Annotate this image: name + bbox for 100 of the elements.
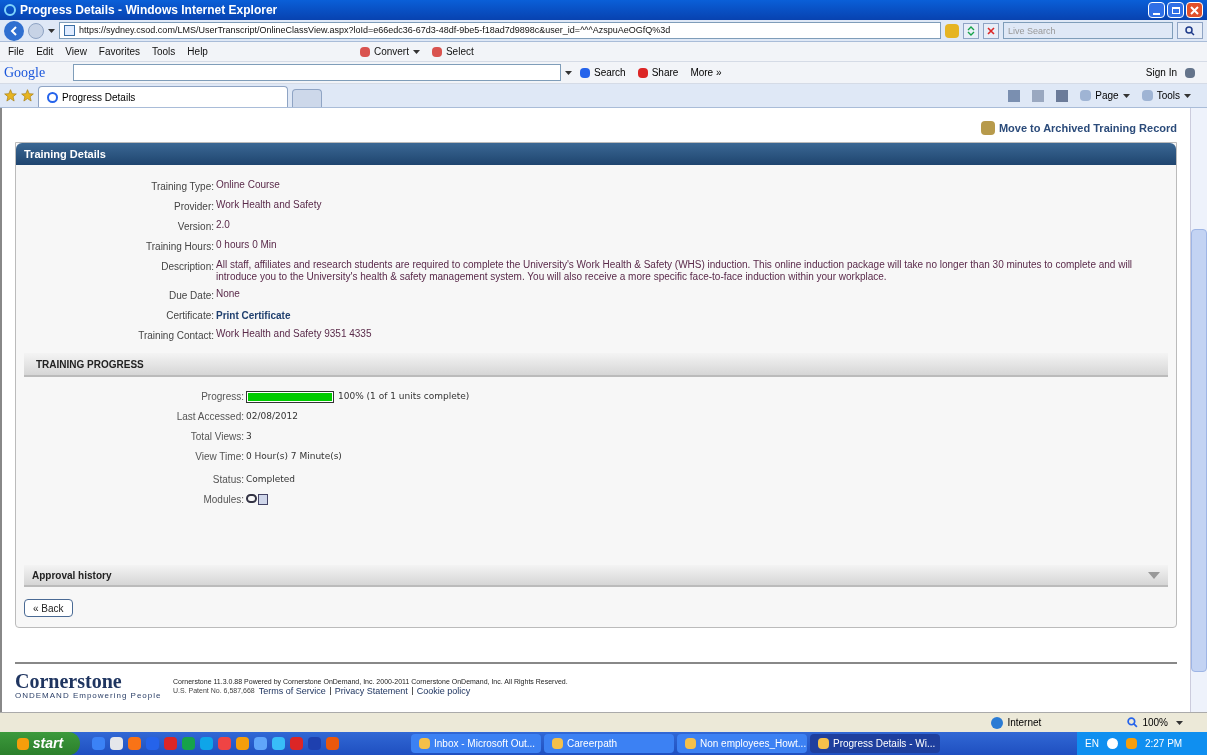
field-value: None — [216, 288, 241, 301]
command-button[interactable]: Tools — [1141, 88, 1191, 103]
refresh-icon — [966, 25, 976, 36]
close-icon — [987, 26, 995, 35]
quick-launch-icon[interactable] — [254, 737, 267, 750]
minimize-button[interactable] — [1148, 2, 1165, 18]
taskbar-task[interactable]: Non employees_Howt... — [677, 734, 807, 753]
stop-button[interactable] — [983, 22, 999, 39]
field-label: Training Hours: — [145, 240, 215, 254]
star-icon[interactable] — [21, 89, 34, 102]
quick-launch-icon[interactable] — [272, 737, 285, 750]
quick-launch-icon[interactable] — [218, 737, 231, 750]
window-title: Progress Details - Windows Internet Explorer — [20, 2, 279, 19]
toolbar-button[interactable]: Convert — [359, 44, 420, 59]
section-title: TRAINING PROGRESS — [36, 357, 144, 372]
zoom-icon — [1127, 717, 1139, 728]
field-value: All staff, affiliates and research students are required to complete the University's Work Health & Safety (WHS) induction. This online induction package will take no longer than 30 minutes to complete and will introduce you to the University's health & safety management system. You will also receive a more specific face-to-face induction within your workplace. — [216, 259, 1134, 283]
quick-launch-icon[interactable] — [182, 737, 195, 750]
quick-launch-icon[interactable] — [110, 737, 123, 750]
start-button[interactable]: start — [0, 732, 80, 755]
field-value: Online Course — [216, 179, 281, 192]
quick-launch-icon[interactable] — [236, 737, 249, 750]
menu-item[interactable]: Favorites — [98, 44, 140, 59]
toolbar-button[interactable]: Share — [633, 65, 683, 80]
toolbar-button[interactable]: Select — [431, 44, 474, 59]
zoom-level[interactable]: 100% — [1142, 715, 1183, 730]
field-label: Total Views: — [189, 430, 245, 444]
footer-link[interactable]: Terms of Service — [258, 686, 326, 696]
toolbar-button[interactable]: More » — [686, 65, 726, 80]
toolbar-button[interactable]: Search — [576, 65, 630, 80]
tray-icon[interactable] — [1106, 738, 1118, 749]
field-label: Provider: — [173, 200, 215, 214]
document-icon[interactable] — [258, 494, 268, 505]
tray-icon[interactable] — [1125, 738, 1137, 749]
menu-item[interactable]: File — [8, 44, 25, 59]
field-label: Last Accessed: — [175, 410, 245, 424]
menu-item[interactable]: View — [65, 44, 87, 59]
google-logo: Google — [4, 64, 47, 82]
address-field[interactable]: https://sydney.csod.com/LMS/UserTranscript/OnlineClassView.aspx?loId=e66edc36-67d3-48df-9be5-f18ad7d9898c&user_id=^^^AzspuAeOGfQ%3d — [59, 22, 941, 39]
logo-tagline: ONDEMAND Empowering People — [15, 691, 163, 701]
quick-launch-icon[interactable] — [326, 737, 339, 750]
close-button[interactable] — [1186, 2, 1203, 18]
certificate-link[interactable]: Print Certificate — [216, 308, 291, 323]
caret-icon[interactable] — [1122, 93, 1130, 98]
footer-link[interactable]: Cookie policy — [416, 686, 471, 696]
field-label: Due Date: — [167, 289, 215, 303]
field-value: 0 hours 0 Min — [216, 239, 278, 252]
caret-icon[interactable] — [48, 28, 55, 33]
field-value: 100% (1 of 1 units complete) — [338, 389, 470, 403]
field-label: Training Type: — [150, 180, 215, 194]
section-title: Training Details — [24, 146, 106, 162]
caret-icon[interactable] — [565, 70, 572, 75]
scrollbar[interactable] — [1190, 108, 1207, 712]
search-icon — [1185, 25, 1195, 36]
expand-icon[interactable] — [1148, 571, 1160, 579]
back-button[interactable]: « Back — [24, 599, 73, 617]
menu-item[interactable]: Help — [187, 44, 208, 59]
security-zone: Internet — [1007, 716, 1043, 730]
search-field[interactable]: Live Search — [1003, 22, 1173, 39]
quick-launch-icon[interactable] — [200, 737, 213, 750]
maximize-button[interactable] — [1167, 2, 1184, 18]
footer-link[interactable]: Privacy Statement — [334, 686, 408, 696]
new-tab-button[interactable] — [292, 89, 322, 107]
field-value: Work Health and Safety 9351 4335 — [216, 328, 373, 341]
quick-launch-icon[interactable] — [128, 737, 141, 750]
star-icon[interactable] — [4, 89, 17, 102]
field-label: Version: — [176, 220, 215, 234]
menu-item[interactable]: Tools — [152, 44, 176, 59]
sign-in-button[interactable]: Sign In — [1145, 65, 1177, 80]
taskbar-task[interactable]: Careerpath — [544, 734, 674, 753]
field-value: Completed — [246, 472, 296, 486]
caret-icon[interactable] — [1176, 720, 1183, 725]
clock: 2:27 PM — [1144, 737, 1183, 751]
archive-link[interactable]: Move to Archived Training Record — [998, 119, 1177, 137]
caret-icon[interactable] — [1184, 93, 1191, 98]
field-label: View Time: — [194, 450, 245, 464]
close-icon — [1190, 5, 1199, 15]
field-value: 3 — [246, 429, 252, 443]
caret-icon[interactable] — [412, 49, 420, 54]
section-title: Approval history — [32, 568, 113, 583]
google-search-field[interactable] — [73, 64, 561, 81]
field-label: Training Contact: — [137, 329, 215, 343]
taskbar-task[interactable]: Progress Details - Wi... — [810, 734, 940, 753]
field-value: 2.0 — [216, 219, 231, 232]
menu-item[interactable]: Edit — [36, 44, 54, 59]
field-label: Description: — [160, 260, 215, 274]
field-label: Progress: — [200, 390, 245, 404]
field-label: Status: — [211, 473, 245, 487]
taskbar-task[interactable]: Inbox - Microsoft Out... — [411, 734, 541, 753]
refresh-button[interactable] — [963, 22, 979, 39]
field-value: 0 Hour(s) 7 Minute(s) — [246, 449, 342, 463]
section-header[interactable]: Approval history — [24, 565, 1168, 587]
command-button[interactable]: Page — [1080, 88, 1130, 103]
back-nav-button[interactable] — [4, 20, 24, 41]
browser-tab[interactable]: Progress Details — [38, 86, 288, 107]
field-label: Modules: — [202, 493, 245, 507]
search-button[interactable] — [1177, 22, 1203, 39]
field-value: Work Health and Safety — [216, 199, 323, 212]
company-logo: Cornerstone — [15, 671, 123, 691]
field-label: Certificate: — [165, 309, 215, 323]
